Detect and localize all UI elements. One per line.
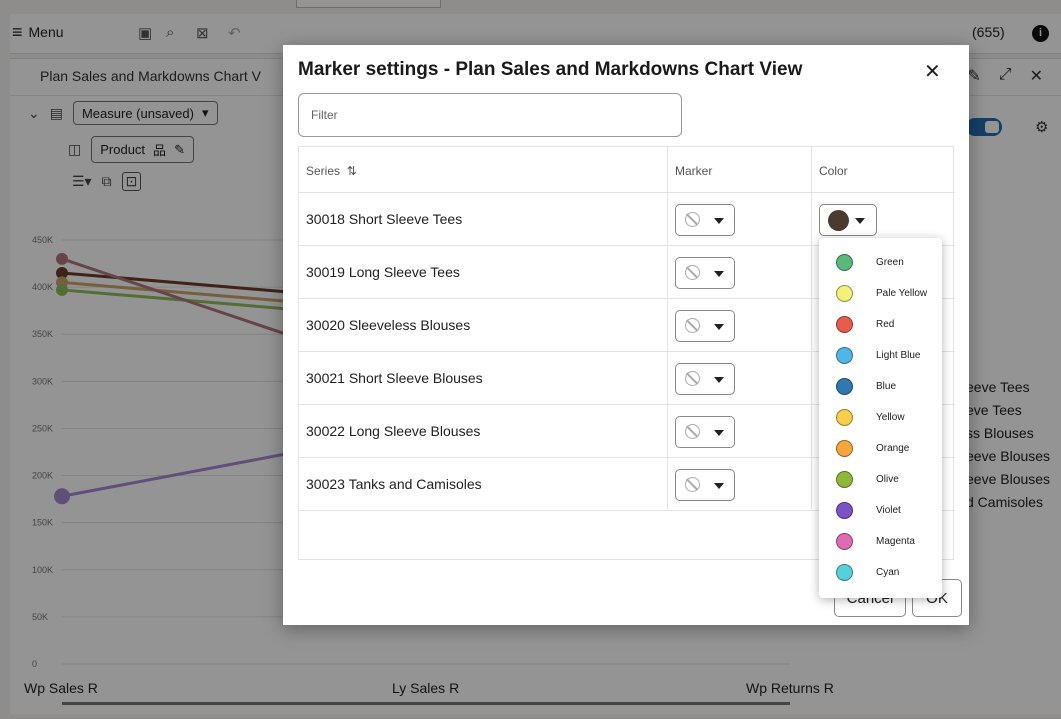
- color-dot: [836, 440, 853, 457]
- color-swatch: [828, 210, 849, 231]
- no-marker-icon: [685, 371, 700, 386]
- no-marker-icon: [685, 318, 700, 333]
- series-name: 30023 Tanks and Camisoles: [306, 476, 482, 492]
- series-name: 30021 Short Sleeve Blouses: [306, 370, 483, 386]
- color-dot: [836, 254, 853, 271]
- color-dot: [836, 471, 853, 488]
- marker-select[interactable]: [675, 363, 735, 395]
- series-name: 30019 Long Sleeve Tees: [306, 264, 460, 280]
- no-marker-icon: [685, 477, 700, 492]
- caret-down-icon: [714, 483, 724, 489]
- column-header-series[interactable]: Series ⇅: [306, 164, 357, 178]
- close-icon[interactable]: ✕: [924, 59, 941, 84]
- color-dot: [836, 409, 853, 426]
- marker-select[interactable]: [675, 416, 735, 448]
- color-option-green[interactable]: Green: [819, 246, 942, 277]
- caret-down-icon: [714, 271, 724, 277]
- color-option-magenta[interactable]: Magenta: [819, 525, 942, 556]
- series-header-label: Series: [306, 164, 341, 178]
- marker-select[interactable]: [675, 204, 735, 236]
- color-option-label: Magenta: [876, 536, 915, 547]
- color-option-label: Violet: [876, 505, 901, 516]
- table-header: Series ⇅ Marker Color: [299, 147, 955, 193]
- caret-down-icon: [855, 218, 865, 224]
- marker-select[interactable]: [675, 469, 735, 501]
- color-option-label: Green: [876, 257, 904, 268]
- color-option-olive[interactable]: Olive: [819, 463, 942, 494]
- color-option-orange[interactable]: Orange: [819, 432, 942, 463]
- color-dot: [836, 564, 853, 581]
- color-select[interactable]: [819, 204, 877, 236]
- caret-down-icon: [714, 430, 724, 436]
- series-name: 30022 Long Sleeve Blouses: [306, 423, 481, 439]
- marker-select[interactable]: [675, 257, 735, 289]
- no-marker-icon: [685, 265, 700, 280]
- no-marker-icon: [685, 212, 700, 227]
- column-header-color: Color: [819, 164, 848, 178]
- color-dot: [836, 502, 853, 519]
- color-dot: [836, 316, 853, 333]
- dialog-title: Marker settings - Plan Sales and Markdow…: [298, 59, 803, 80]
- color-option-cyan[interactable]: Cyan: [819, 556, 942, 587]
- sort-icon[interactable]: ⇅: [347, 164, 357, 178]
- color-option-violet[interactable]: Violet: [819, 494, 942, 525]
- caret-down-icon: [714, 377, 724, 383]
- filter-input[interactable]: [298, 93, 682, 137]
- marker-select[interactable]: [675, 310, 735, 342]
- color-option-yellow[interactable]: Yellow: [819, 401, 942, 432]
- color-option-blue[interactable]: Blue: [819, 370, 942, 401]
- no-marker-icon: [685, 424, 700, 439]
- color-dot: [836, 285, 853, 302]
- color-option-red[interactable]: Red: [819, 308, 942, 339]
- series-name: 30018 Short Sleeve Tees: [306, 211, 463, 227]
- color-dot: [836, 378, 853, 395]
- color-option-label: Light Blue: [876, 350, 921, 361]
- column-header-marker: Marker: [675, 164, 713, 178]
- color-option-label: Orange: [876, 443, 910, 454]
- color-option-pale-yellow[interactable]: Pale Yellow: [819, 277, 942, 308]
- color-dropdown: Green Pale Yellow Red Light Blue Blue Ye…: [819, 238, 942, 598]
- color-option-light-blue[interactable]: Light Blue: [819, 339, 942, 370]
- caret-down-icon: [714, 324, 724, 330]
- color-option-label: Olive: [876, 474, 899, 485]
- caret-down-icon: [714, 218, 724, 224]
- series-name: 30020 Sleeveless Blouses: [306, 317, 471, 333]
- color-dot: [836, 347, 853, 364]
- color-option-label: Cyan: [876, 567, 900, 578]
- color-option-label: Blue: [876, 381, 897, 392]
- color-option-label: Red: [876, 319, 895, 330]
- color-option-label: Yellow: [876, 412, 905, 423]
- color-option-label: Pale Yellow: [876, 288, 928, 299]
- color-dot: [836, 533, 853, 550]
